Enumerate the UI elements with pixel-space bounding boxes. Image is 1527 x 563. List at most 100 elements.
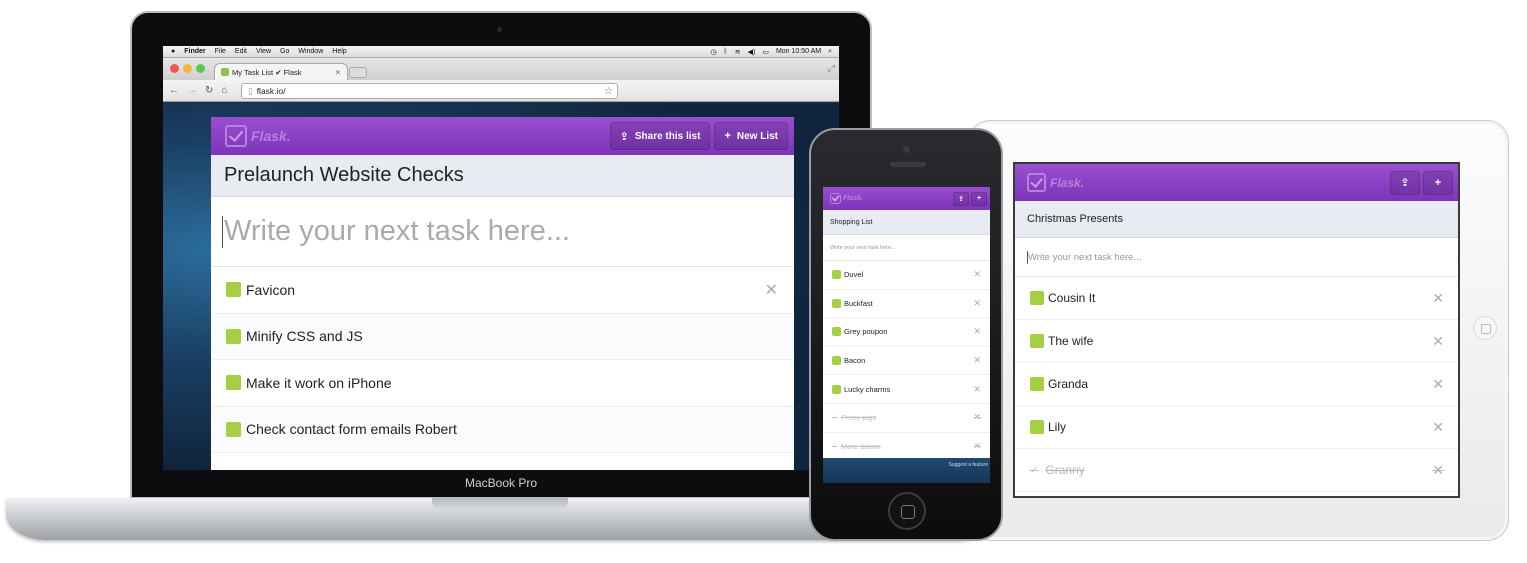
- task-row[interactable]: Duvel ✕: [823, 261, 990, 290]
- task-checkbox[interactable]: [226, 375, 241, 391]
- task-checkbox[interactable]: [832, 356, 841, 366]
- task-row[interactable]: Granda ✕: [1015, 363, 1458, 406]
- delete-task-icon[interactable]: ✕: [973, 384, 981, 395]
- task-checkbox[interactable]: [832, 298, 841, 308]
- address-bar[interactable]: ▯ flask.io/ ☆: [241, 83, 618, 99]
- task-row[interactable]: Lily ✕: [1015, 406, 1458, 449]
- menu-file[interactable]: File: [215, 48, 226, 55]
- task-checkbox[interactable]: [1030, 291, 1044, 305]
- volume-icon[interactable]: ◀): [748, 48, 756, 56]
- device-showcase: MacBook Pro ● Finder File Edit View Go W…: [0, 0, 1527, 563]
- delete-task-icon[interactable]: ✕: [1432, 376, 1444, 393]
- delete-task-icon[interactable]: ✕: [1432, 419, 1444, 436]
- forward-icon[interactable]: →: [187, 85, 197, 96]
- spotlight-icon[interactable]: ⌕: [828, 48, 832, 56]
- list-title[interactable]: Shopping List: [823, 210, 990, 235]
- address-url: flask.io/: [256, 86, 286, 96]
- delete-task-icon[interactable]: ✕: [973, 269, 981, 280]
- new-tab-button[interactable]: [349, 67, 367, 78]
- task-row[interactable]: Buckfast ✕: [823, 290, 990, 319]
- text-caret: [222, 215, 223, 248]
- task-row[interactable]: The wife ✕: [1015, 320, 1458, 363]
- task-row[interactable]: Bacon ✕: [823, 347, 990, 376]
- new-task-input[interactable]: Write your next task here...: [211, 197, 794, 267]
- task-row[interactable]: Make it work on iPhone: [211, 360, 794, 407]
- new-list-label: New List: [736, 130, 778, 142]
- home-icon[interactable]: ⌂: [221, 85, 227, 96]
- flask-logo[interactable]: Flask.: [830, 193, 863, 204]
- task-label: Granda: [1048, 377, 1089, 391]
- new-list-button[interactable]: + New List: [714, 122, 788, 150]
- browser-tab[interactable]: My Task List ✔ Flask ✕: [214, 63, 348, 80]
- new-task-placeholder: Write your next task here...: [1028, 251, 1142, 263]
- zoom-window-icon[interactable]: [196, 64, 205, 73]
- apple-menu-icon[interactable]: ●: [171, 48, 175, 55]
- completed-check-icon[interactable]: ✓: [832, 414, 837, 421]
- delete-task-icon[interactable]: ✕: [973, 298, 981, 309]
- suggest-feature-link[interactable]: Suggest a feature: [949, 462, 988, 468]
- bluetooth-icon[interactable]: ᛒ: [724, 48, 728, 55]
- time-machine-icon[interactable]: ◷: [710, 48, 716, 56]
- menu-edit[interactable]: Edit: [235, 48, 247, 55]
- delete-task-icon[interactable]: ✕: [973, 355, 981, 366]
- reload-icon[interactable]: ↻: [205, 85, 213, 96]
- task-label: Minify CSS and JS: [246, 328, 363, 345]
- menu-clock[interactable]: Mon 10:50 AM: [776, 48, 821, 55]
- battery-icon[interactable]: ▭: [762, 48, 769, 56]
- minimize-window-icon[interactable]: [183, 64, 192, 73]
- task-row-completed[interactable]: ✓ Percy pigs ✕: [823, 404, 990, 433]
- menu-finder[interactable]: Finder: [184, 48, 205, 55]
- task-checkbox[interactable]: [832, 384, 841, 394]
- task-checkbox[interactable]: [226, 328, 241, 344]
- task-row[interactable]: Lucky charms ✕: [823, 375, 990, 404]
- task-checkbox[interactable]: [832, 270, 841, 280]
- flask-logo[interactable]: Flask.: [1027, 173, 1084, 192]
- task-row-completed[interactable]: ✓ Granny ✕: [1015, 449, 1458, 492]
- close-tab-icon[interactable]: ✕: [335, 68, 341, 77]
- iphone-camera: [903, 146, 910, 153]
- new-list-button[interactable]: +: [971, 191, 987, 206]
- task-list: Cousin It ✕ The wife ✕ Granda ✕ Lily ✕ ✓…: [1015, 277, 1458, 492]
- delete-task-icon[interactable]: ✕: [973, 412, 981, 423]
- task-row[interactable]: Favicon ✕: [211, 267, 794, 314]
- share-list-button[interactable]: ⇪ Share this list: [609, 122, 711, 150]
- close-window-icon[interactable]: [170, 64, 179, 73]
- completed-check-icon[interactable]: ✓: [1030, 465, 1038, 476]
- task-checkbox[interactable]: [226, 421, 241, 437]
- task-checkbox[interactable]: [832, 327, 841, 337]
- task-checkbox[interactable]: [1030, 334, 1044, 348]
- share-list-button[interactable]: ⇪: [953, 191, 969, 206]
- menu-window[interactable]: Window: [298, 48, 323, 55]
- back-icon[interactable]: ←: [169, 85, 179, 96]
- delete-task-icon[interactable]: ✕: [1432, 333, 1444, 350]
- delete-task-icon[interactable]: ✕: [973, 441, 981, 452]
- wifi-icon[interactable]: ≋: [735, 48, 741, 56]
- menu-go[interactable]: Go: [280, 48, 289, 55]
- ipad-home-button[interactable]: [1473, 316, 1497, 340]
- flask-logo[interactable]: Flask.: [225, 125, 291, 147]
- task-checkbox[interactable]: [226, 282, 241, 298]
- task-row[interactable]: Check contact form emails Robert: [211, 406, 794, 453]
- task-row-completed[interactable]: ✓ More bacon ✕: [823, 433, 990, 462]
- task-row[interactable]: Minify CSS and JS: [211, 313, 794, 360]
- iphone-home-button[interactable]: [888, 492, 926, 530]
- menu-view[interactable]: View: [256, 48, 271, 55]
- list-title[interactable]: Christmas Presents: [1015, 201, 1458, 238]
- completed-check-icon[interactable]: ✓: [832, 443, 837, 450]
- task-row[interactable]: Cousin It ✕: [1015, 277, 1458, 320]
- new-task-input[interactable]: Write your next task here...: [823, 235, 990, 261]
- fullscreen-icon[interactable]: ⤢: [828, 63, 835, 74]
- menu-help[interactable]: Help: [332, 48, 346, 55]
- share-list-button[interactable]: ⇪: [1390, 170, 1420, 195]
- delete-task-icon[interactable]: ✕: [765, 280, 778, 300]
- task-checkbox[interactable]: [1030, 377, 1044, 391]
- new-task-input[interactable]: Write your next task here...: [1015, 238, 1458, 277]
- delete-task-icon[interactable]: ✕: [1432, 462, 1444, 479]
- delete-task-icon[interactable]: ✕: [1432, 290, 1444, 307]
- bookmark-star-icon[interactable]: ☆: [604, 86, 613, 97]
- task-checkbox[interactable]: [1030, 420, 1044, 434]
- list-title[interactable]: Prelaunch Website Checks: [211, 155, 794, 197]
- task-row[interactable]: Grey poupon ✕: [823, 318, 990, 347]
- new-list-button[interactable]: +: [1423, 170, 1453, 195]
- delete-task-icon[interactable]: ✕: [973, 326, 981, 337]
